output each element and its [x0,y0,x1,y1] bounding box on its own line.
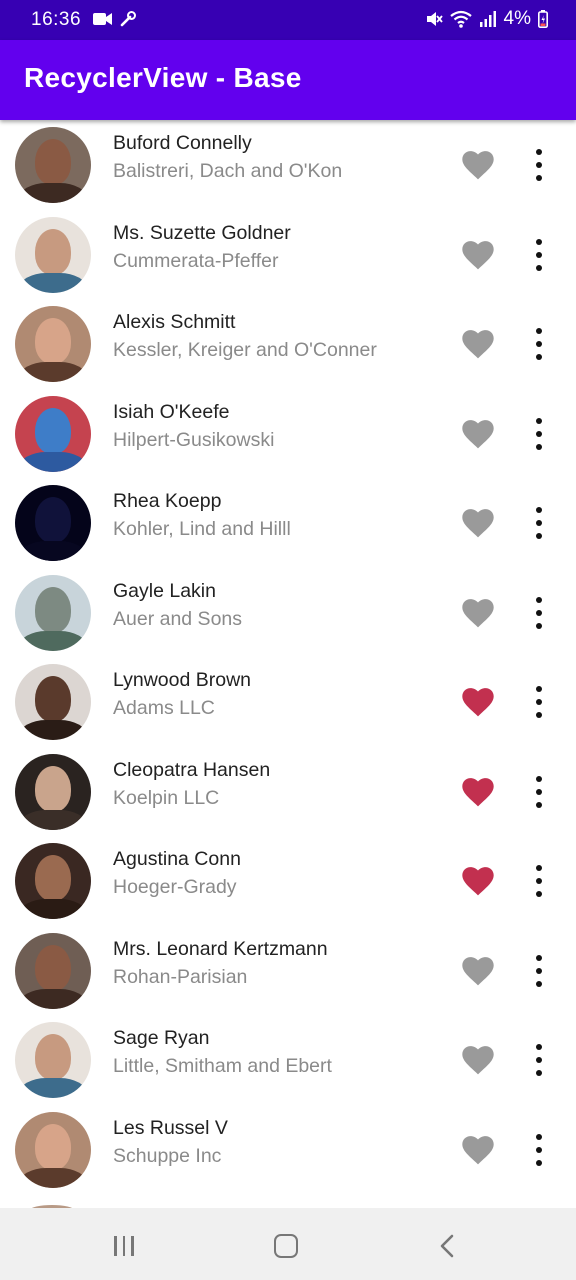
avatar [15,1111,91,1188]
more-options-icon[interactable] [528,1133,552,1166]
page-title: RecyclerView - Base [24,62,302,93]
more-options-icon[interactable] [528,775,552,808]
contact-name: Isiah O'Keefe [113,400,230,423]
back-icon[interactable] [437,1234,457,1258]
avatar [15,485,91,561]
more-options-icon[interactable] [528,954,552,987]
contact-name: Agustina Conn [113,848,241,870]
more-options-icon[interactable] [528,686,552,718]
contact-name: Buford Connelly [113,132,252,154]
contact-company: Hilpert-Gusikowski [113,428,275,451]
contact-list[interactable]: Buford Connelly Balistreri, Dach and O'K… [0,120,576,1208]
list-item[interactable]: Alexis Schmitt Kessler, Kreiger and O'Co… [0,299,576,389]
status-bar: 16:36 4% [0,0,576,40]
heart-icon[interactable] [461,956,495,986]
contact-name: Mrs. Leonard Kertzmann [113,937,328,960]
contact-name: Gayle Lakin [113,579,216,602]
battery-percentage: 4% [503,8,531,29]
heart-icon[interactable] [461,150,495,180]
avatar [15,753,91,830]
contact-name: Cleopatra Hansen [113,758,271,781]
list-item[interactable]: Mrs. Leonard Kertzmann Rohan-Parisian [0,926,576,1016]
heart-icon[interactable] [461,777,495,807]
recents-icon[interactable] [114,1236,136,1256]
list-item[interactable]: Gayle Lakin Auer and Sons [0,568,576,658]
more-options-icon[interactable] [528,328,552,360]
heart-icon[interactable] [461,1045,495,1075]
contact-company: Schuppe Inc [113,1144,222,1167]
avatar [15,843,91,919]
app-bar: RecyclerView - Base [0,40,576,120]
contact-company: Rohan-Parisian [113,965,248,988]
list-item[interactable]: Ms. Suzette Goldner Cummerata-Pfeffer [0,210,576,300]
heart-icon[interactable] [461,240,495,270]
more-options-icon[interactable] [528,865,552,897]
heart-icon[interactable] [461,329,495,359]
heart-icon[interactable] [461,687,495,717]
heart-icon[interactable] [461,598,495,628]
wrench-icon [120,11,136,27]
avatar [15,574,91,651]
contact-company: Little, Smitham and Ebert [113,1055,332,1077]
heart-icon[interactable] [461,508,495,538]
avatar [15,395,91,472]
navigation-bar [0,1208,576,1280]
contact-company: Cummerata-Pfeffer [113,249,279,272]
contact-name: Lynwood Brown [113,669,252,691]
contact-name: Alexis Schmitt [113,311,236,333]
more-options-icon[interactable] [528,149,552,181]
list-item[interactable]: Les Russel V Schuppe Inc [0,1105,576,1195]
contact-company: Hoeger-Grady [113,876,237,898]
avatar [15,127,91,203]
contact-company: Koelpin LLC [113,786,220,809]
list-item[interactable]: Sage Ryan Little, Smitham and Ebert [0,1015,576,1105]
contact-company: Balistreri, Dach and O'Kon [113,160,343,182]
signal-icon [479,11,496,27]
avatar [15,306,91,382]
home-icon[interactable] [274,1234,298,1258]
contact-company: Kessler, Kreiger and O'Conner [113,339,377,361]
contact-company: Kohler, Lind and Hilll [113,518,291,540]
wifi-icon [449,10,472,28]
contact-company: Auer and Sons [113,607,243,630]
avatar [15,664,91,740]
heart-icon[interactable] [461,866,495,896]
mute-icon [426,12,443,26]
battery-icon [538,10,548,28]
avatar [15,932,91,1009]
heart-icon[interactable] [461,419,495,449]
contact-name: Sage Ryan [113,1027,210,1049]
more-options-icon[interactable] [528,238,552,271]
list-item[interactable]: Cleopatra Hansen Koelpin LLC [0,747,576,837]
contact-name: Ms. Suzette Goldner [113,221,291,244]
more-options-icon[interactable] [528,596,552,629]
contact-name: Rhea Koepp [113,490,222,512]
more-options-icon[interactable] [528,417,552,450]
more-options-icon[interactable] [528,1044,552,1076]
list-item[interactable]: Buford Connelly Balistreri, Dach and O'K… [0,120,576,210]
status-time: 16:36 [31,9,82,30]
list-item[interactable]: Agustina Conn Hoeger-Grady [0,836,576,926]
list-item[interactable]: Lynwood Brown Adams LLC [0,657,576,747]
contact-company: Adams LLC [113,697,215,719]
more-options-icon[interactable] [528,507,552,539]
contact-name: Les Russel V [113,1116,228,1139]
heart-icon[interactable] [461,1135,495,1165]
avatar [15,216,91,293]
list-item[interactable]: Isiah O'Keefe Hilpert-Gusikowski [0,389,576,479]
avatar [15,1022,91,1098]
list-item[interactable]: Rhea Koepp Kohler, Lind and Hilll [0,478,576,568]
video-camera-icon [93,13,112,25]
